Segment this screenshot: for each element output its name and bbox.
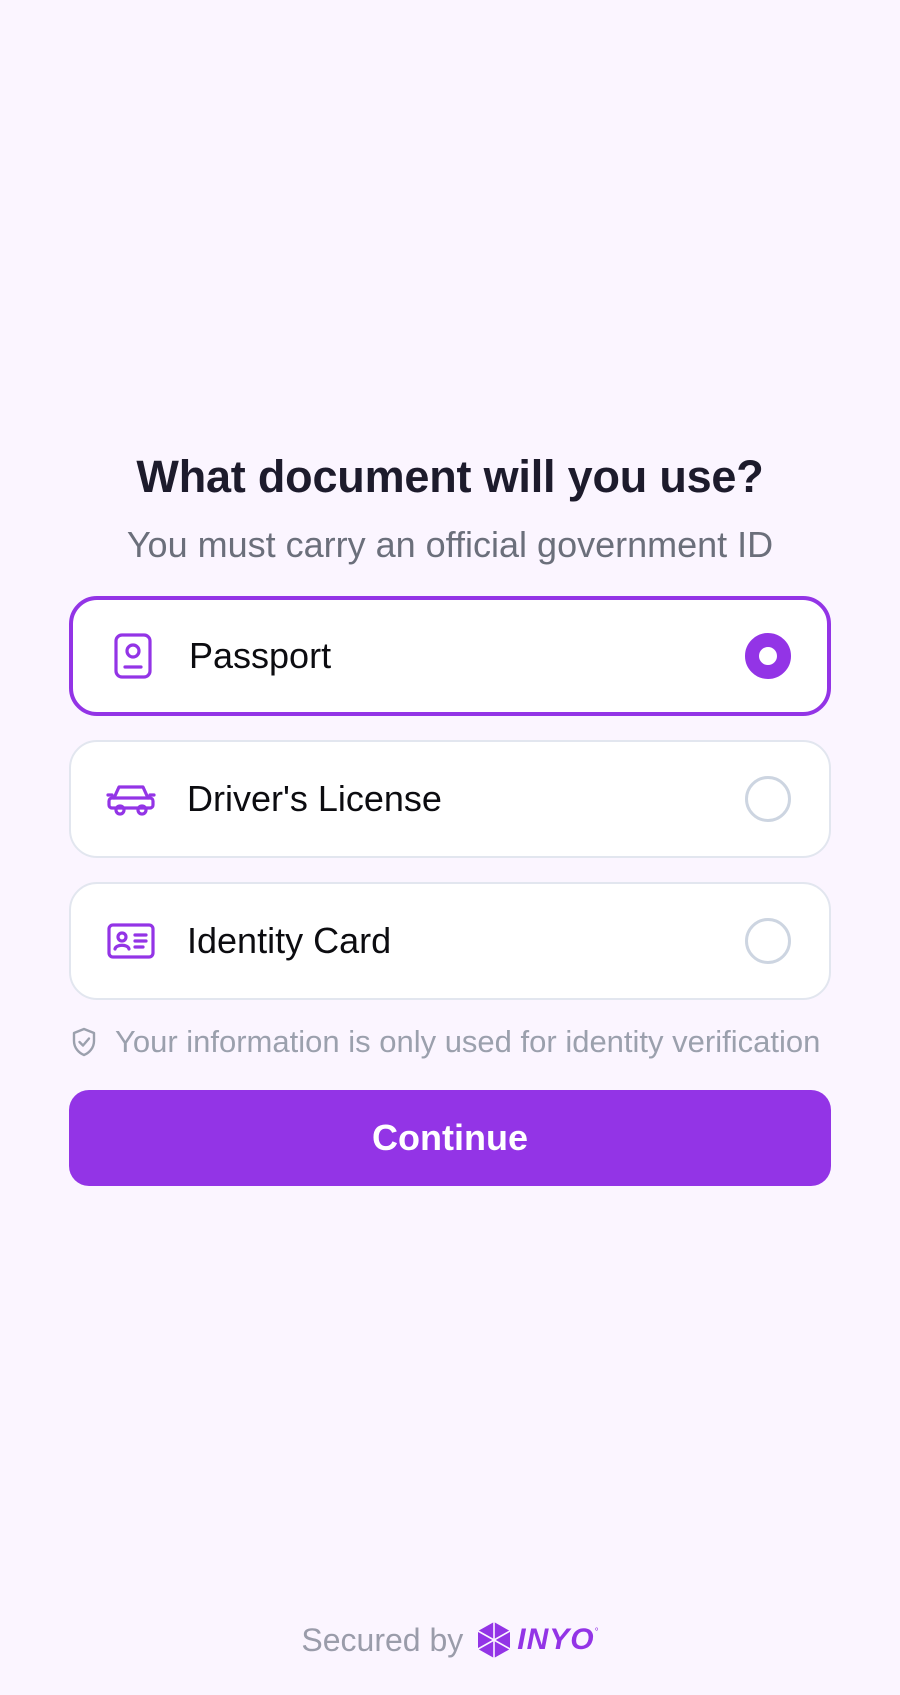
document-options: Passport Driver's License Identity Card (69, 596, 831, 1000)
page-subtitle: You must carry an official government ID (126, 524, 774, 565)
option-drivers-license[interactable]: Driver's License (69, 740, 831, 858)
option-identity-card[interactable]: Identity Card (69, 882, 831, 1000)
radio-unselected[interactable] (745, 776, 791, 822)
brand-wordmark: INYO (517, 1623, 595, 1656)
brand-logo: INYO ° (475, 1621, 599, 1659)
secured-by-text: Secured by (301, 1621, 464, 1658)
id-card-icon (105, 915, 157, 967)
radio-unselected[interactable] (745, 918, 791, 964)
brand-hex-icon (477, 1622, 511, 1658)
privacy-note: Your information is only used for identi… (69, 1024, 831, 1060)
continue-button[interactable]: Continue (69, 1090, 831, 1186)
radio-selected[interactable] (745, 633, 791, 679)
page-title: What document will you use? (136, 451, 764, 502)
passport-icon (107, 630, 159, 682)
option-label: Identity Card (187, 920, 392, 961)
shield-check-icon (69, 1027, 99, 1057)
footer: Secured by INYO ° (0, 1617, 900, 1663)
option-label: Passport (189, 635, 332, 676)
document-selection-panel: What document will you use? You must car… (69, 445, 831, 1186)
option-passport[interactable]: Passport (69, 596, 831, 716)
car-icon (105, 773, 157, 825)
option-label: Driver's License (187, 778, 442, 819)
brand-trademark-mark: ° (594, 1627, 599, 1638)
privacy-note-text: Your information is only used for identi… (115, 1024, 821, 1059)
